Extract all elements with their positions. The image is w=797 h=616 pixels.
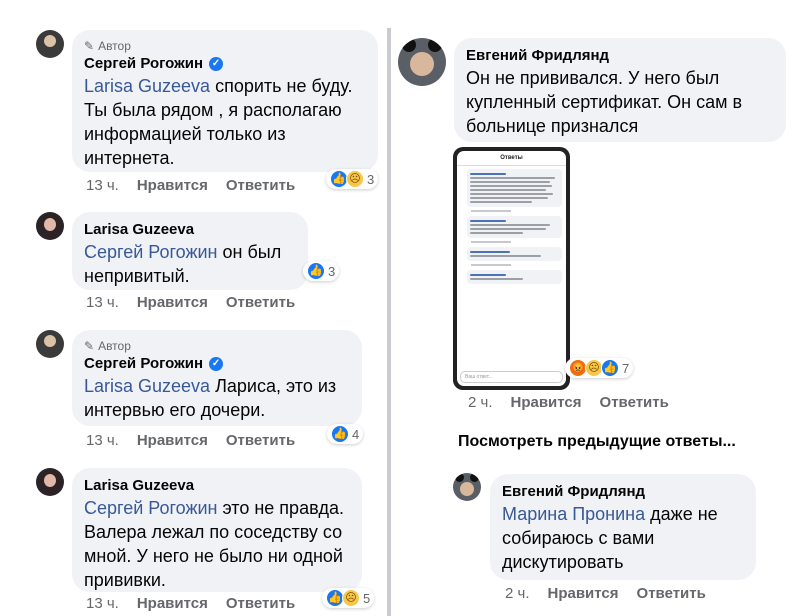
comment-meta: 2 ч. Нравится Ответить xyxy=(468,394,669,411)
verified-icon: ✓ xyxy=(209,357,224,371)
author-badge: ✎ Автор xyxy=(84,339,131,353)
comment-author[interactable]: Larisa Guzeeva xyxy=(84,220,194,240)
reactions-summary[interactable]: 👍 ☹ 3 xyxy=(326,169,379,189)
like-reaction-icon: 👍 xyxy=(307,262,325,280)
comment-time[interactable]: 13 ч. xyxy=(86,595,119,612)
avatar[interactable] xyxy=(36,468,64,496)
mention-link[interactable]: Сергей Рогожин xyxy=(84,242,218,262)
comment-bubble: Larisa Guzeeva Сергей Рогожин это не пра… xyxy=(72,468,362,592)
verified-icon: ✓ xyxy=(209,57,224,71)
mention-link[interactable]: Larisa Guzeeva xyxy=(84,376,210,396)
comment-author[interactable]: Сергей Рогожин xyxy=(84,54,203,74)
mention-link[interactable]: Сергей Рогожин xyxy=(84,498,218,518)
like-reaction-icon: 👍 xyxy=(601,359,619,377)
like-button[interactable]: Нравится xyxy=(137,595,208,612)
comment-text: Сергей Рогожин это не правда. Валера леж… xyxy=(84,498,344,590)
reply-button[interactable]: Ответить xyxy=(226,294,295,311)
comment-bubble: Евгений Фридлянд Марина Пронина даже не … xyxy=(490,474,756,580)
comment-text: Сергей Рогожин он был непривитый. xyxy=(84,242,282,286)
comment-time[interactable]: 13 ч. xyxy=(86,177,119,194)
avatar[interactable] xyxy=(453,473,481,501)
comment-bubble: Larisa Guzeeva Сергей Рогожин он был неп… xyxy=(72,212,308,290)
avatar[interactable] xyxy=(36,212,64,240)
avatar[interactable] xyxy=(36,330,64,358)
comment-text: Larisa Guzeeva Лариса, это из интервью е… xyxy=(84,376,337,420)
comment-bubble: ✎ Автор Сергей Рогожин ✓ Larisa Guzeeva Ла… xyxy=(72,330,362,426)
author-badge: ✎ Автор xyxy=(84,39,131,53)
comment-time[interactable]: 2 ч. xyxy=(505,585,530,602)
comment-author[interactable]: Сергей Рогожин xyxy=(84,354,203,374)
comment-text: Марина Пронина даже не собираюсь с вами … xyxy=(502,504,718,572)
sad-reaction-icon: ☹ xyxy=(342,589,360,607)
mention-link[interactable]: Larisa Guzeeva xyxy=(84,76,210,96)
like-button[interactable]: Нравится xyxy=(137,294,208,311)
screenshot-reply-input: Ваш ответ... xyxy=(460,371,563,383)
comment-bubble: ✎ Автор Сергей Рогожин ✓ Larisa Guzeeva сп… xyxy=(72,30,378,172)
comment-meta: 13 ч. Нравится Ответить xyxy=(86,432,295,449)
like-button[interactable]: Нравится xyxy=(548,585,619,602)
screenshot-title: Ответы xyxy=(457,151,566,166)
like-button[interactable]: Нравится xyxy=(511,394,582,411)
pencil-icon: ✎ xyxy=(84,339,95,353)
reactions-summary[interactable]: 👍 ☹ 5 xyxy=(322,588,375,608)
comment-meta: 13 ч. Нравится Ответить xyxy=(86,595,295,612)
comment-meta: 2 ч. Нравится Ответить xyxy=(505,585,706,602)
mention-link[interactable]: Марина Пронина xyxy=(502,504,645,524)
pencil-icon: ✎ xyxy=(84,39,95,53)
attached-screenshot[interactable]: Ответы Ваш ответ... xyxy=(453,147,570,390)
reply-button[interactable]: Ответить xyxy=(226,432,295,449)
comment-time[interactable]: 13 ч. xyxy=(86,294,119,311)
like-button[interactable]: Нравится xyxy=(137,177,208,194)
comment-meta: 13 ч. Нравится Ответить xyxy=(86,294,295,311)
comment-author[interactable]: Евгений Фридлянд xyxy=(502,482,645,502)
reply-button[interactable]: Ответить xyxy=(226,177,295,194)
comment-author[interactable]: Larisa Guzeeva xyxy=(84,476,194,496)
reply-button[interactable]: Ответить xyxy=(637,585,706,602)
sad-reaction-icon: ☹ xyxy=(346,170,364,188)
avatar[interactable] xyxy=(36,30,64,58)
column-divider xyxy=(387,28,391,616)
comment-text: Он не прививался. У него был купленный с… xyxy=(466,68,743,136)
reply-button[interactable]: Ответить xyxy=(600,394,669,411)
reactions-summary[interactable]: 👍 4 xyxy=(327,424,364,444)
reply-button[interactable]: Ответить xyxy=(226,595,295,612)
comment-author[interactable]: Евгений Фридлянд xyxy=(466,46,609,66)
reactions-summary[interactable]: 👍 3 xyxy=(303,261,340,281)
comment-meta: 13 ч. Нравится Ответить xyxy=(86,177,295,194)
like-button[interactable]: Нравится xyxy=(137,432,208,449)
like-reaction-icon: 👍 xyxy=(331,425,349,443)
comment-text: Larisa Guzeeva спорить не буду. Ты была … xyxy=(84,76,353,168)
comment-bubble: Евгений Фридлянд Он не прививался. У нег… xyxy=(454,38,786,142)
comment-time[interactable]: 2 ч. xyxy=(468,394,493,411)
avatar[interactable] xyxy=(398,38,446,86)
comment-time[interactable]: 13 ч. xyxy=(86,432,119,449)
reactions-summary[interactable]: 😡 ☹ 👍 7 xyxy=(565,358,634,378)
view-previous-replies-link[interactable]: Посмотреть предыдущие ответы... xyxy=(458,433,736,451)
